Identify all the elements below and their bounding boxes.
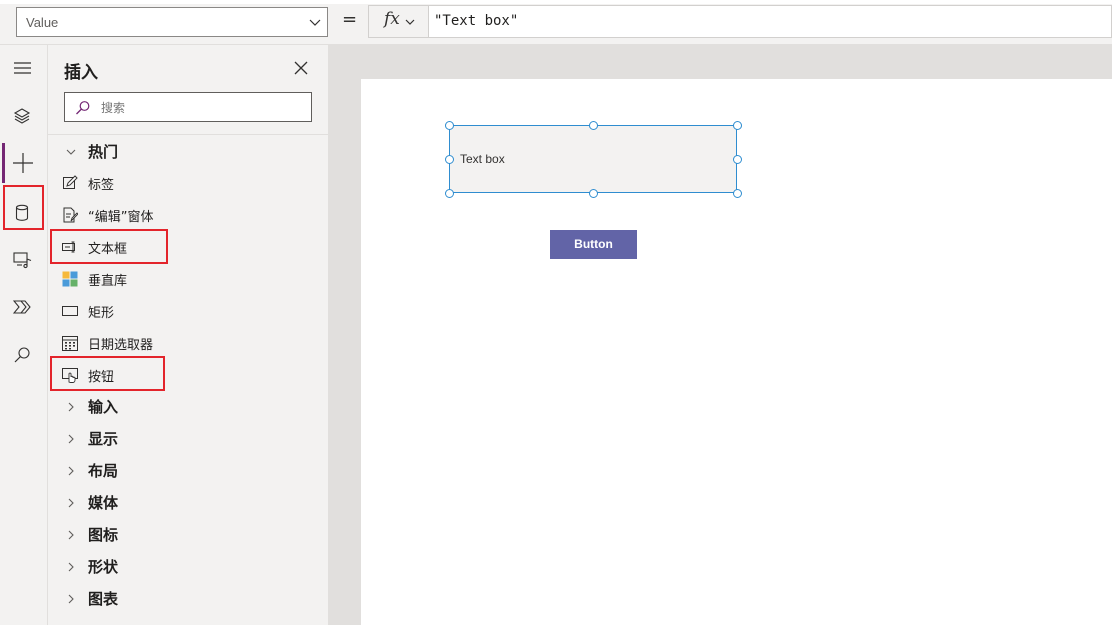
category-charts[interactable]: 图表 bbox=[48, 583, 328, 615]
category-layout[interactable]: 布局 bbox=[48, 455, 328, 487]
panel-title: 插入 bbox=[64, 63, 98, 83]
resize-handle-bottom-right[interactable] bbox=[733, 189, 742, 198]
chevron-right-icon bbox=[68, 466, 74, 476]
category-label: 媒体 bbox=[88, 494, 119, 512]
equals-sign: = bbox=[342, 9, 358, 30]
resize-handle-right[interactable] bbox=[733, 155, 742, 164]
insert-panel: 插入 热门 标签 “编辑”窗体 文本框 bbox=[48, 45, 329, 625]
category-icons[interactable]: 图标 bbox=[48, 519, 328, 551]
resize-handle-top[interactable] bbox=[589, 121, 598, 130]
chevron-down-icon bbox=[405, 19, 415, 25]
category-label: 热门 bbox=[88, 143, 119, 161]
item-label: 按钮 bbox=[88, 370, 115, 385]
category-input[interactable]: 输入 bbox=[48, 391, 328, 423]
resize-handle-top-right[interactable] bbox=[733, 121, 742, 130]
edit-form-icon bbox=[63, 207, 78, 223]
category-shapes[interactable]: 形状 bbox=[48, 551, 328, 583]
chevron-right-icon bbox=[68, 594, 74, 604]
insert-item-rectangle[interactable]: 矩形 bbox=[48, 295, 328, 327]
app-screen[interactable]: Text box Button bbox=[361, 79, 1112, 625]
power-automate-button[interactable] bbox=[0, 286, 47, 326]
category-label: 图表 bbox=[88, 590, 119, 608]
search-box[interactable] bbox=[64, 92, 312, 122]
chevron-right-icon bbox=[68, 530, 74, 540]
search-button[interactable] bbox=[0, 334, 47, 374]
hamburger-menu-icon bbox=[14, 62, 31, 74]
insert-item-vertical-gallery[interactable]: 垂直库 bbox=[48, 263, 328, 295]
canvas-area: Text box Button bbox=[329, 45, 1112, 625]
calendar-icon bbox=[62, 336, 78, 351]
chevron-down-icon bbox=[309, 19, 321, 26]
property-dropdown[interactable]: Value bbox=[16, 7, 328, 37]
item-label: 文本框 bbox=[88, 242, 128, 257]
item-label: “编辑”窗体 bbox=[88, 210, 154, 225]
chevron-down-icon bbox=[66, 149, 76, 155]
rectangle-icon bbox=[62, 306, 78, 316]
close-icon[interactable] bbox=[292, 59, 310, 77]
plus-icon bbox=[13, 153, 33, 173]
canvas-button[interactable]: Button bbox=[550, 230, 637, 259]
data-button[interactable] bbox=[0, 192, 47, 232]
search-icon bbox=[76, 101, 90, 115]
menu-button[interactable] bbox=[0, 48, 47, 88]
property-value: Value bbox=[26, 15, 59, 30]
formula-bar: Value = fx "Text box" bbox=[0, 0, 1112, 45]
search-icon bbox=[14, 347, 30, 363]
resize-handle-top-left[interactable] bbox=[445, 121, 454, 130]
formula-text: "Text box" bbox=[434, 13, 519, 29]
insert-item-text-input[interactable]: 文本框 bbox=[48, 231, 328, 263]
category-label: 输入 bbox=[88, 398, 119, 416]
item-label: 日期选取器 bbox=[88, 338, 154, 353]
top-strip bbox=[0, 0, 1112, 4]
resize-handle-bottom-left[interactable] bbox=[445, 189, 454, 198]
item-label: 垂直库 bbox=[88, 274, 128, 289]
media-button[interactable] bbox=[0, 239, 47, 279]
search-input[interactable] bbox=[99, 97, 303, 119]
left-rail bbox=[0, 45, 48, 625]
chevron-right-icon bbox=[68, 434, 74, 444]
item-label: 标签 bbox=[88, 178, 115, 193]
insert-item-button[interactable]: 按钮 bbox=[48, 359, 328, 391]
resize-handle-bottom[interactable] bbox=[589, 189, 598, 198]
category-popular[interactable]: 热门 bbox=[48, 136, 328, 168]
insert-item-label[interactable]: 标签 bbox=[48, 167, 328, 199]
category-label: 布局 bbox=[88, 462, 119, 480]
layers-icon bbox=[13, 108, 31, 124]
media-icon bbox=[13, 252, 32, 269]
edit-label-icon bbox=[63, 175, 78, 189]
active-indicator bbox=[2, 143, 5, 183]
category-label: 形状 bbox=[88, 558, 119, 576]
category-label: 显示 bbox=[88, 430, 119, 448]
category-label: 图标 bbox=[88, 526, 119, 544]
button-icon bbox=[62, 368, 78, 383]
chevron-right-icon bbox=[68, 498, 74, 508]
panel-divider bbox=[48, 134, 328, 135]
fx-icon: fx bbox=[384, 9, 400, 29]
power-automate-icon bbox=[13, 300, 31, 314]
text-input-value: Text box bbox=[460, 152, 505, 166]
insert-button[interactable] bbox=[0, 143, 47, 183]
database-icon bbox=[15, 204, 29, 221]
insert-item-edit-form[interactable]: “编辑”窗体 bbox=[48, 199, 328, 231]
fx-button[interactable]: fx bbox=[368, 5, 429, 38]
formula-input[interactable]: "Text box" bbox=[429, 5, 1112, 38]
item-label: 矩形 bbox=[88, 306, 115, 321]
insert-item-date-picker[interactable]: 日期选取器 bbox=[48, 327, 328, 359]
category-media[interactable]: 媒体 bbox=[48, 487, 328, 519]
chevron-right-icon bbox=[68, 562, 74, 572]
text-input-icon bbox=[62, 241, 75, 253]
canvas-text-input[interactable]: Text box bbox=[449, 125, 737, 193]
resize-handle-left[interactable] bbox=[445, 155, 454, 164]
tree-view-button[interactable] bbox=[0, 95, 47, 135]
chevron-right-icon bbox=[68, 402, 74, 412]
category-display[interactable]: 显示 bbox=[48, 423, 328, 455]
gallery-icon bbox=[62, 271, 78, 287]
